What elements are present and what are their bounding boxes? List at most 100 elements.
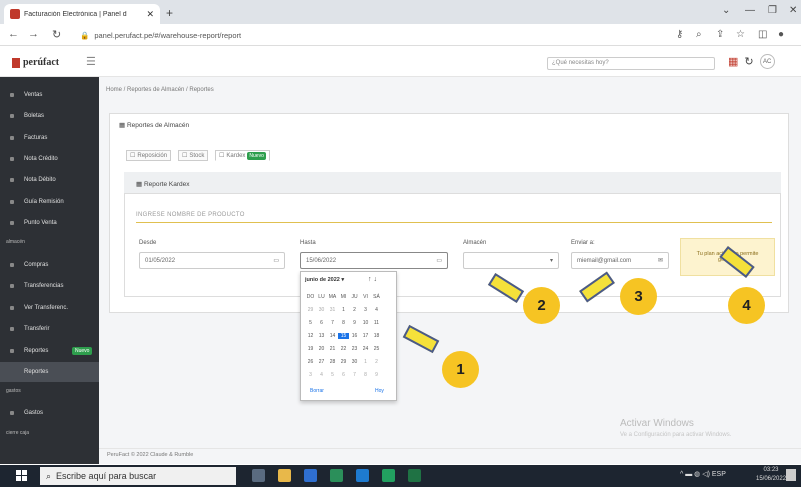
close-tab-icon[interactable]: ✕ — [146, 9, 154, 20]
lock-icon: 🔒 — [80, 30, 90, 40]
forward-icon[interactable]: → — [28, 28, 39, 40]
sidebar-item-gastos[interactable]: Gastos — [0, 403, 99, 423]
sidebar-item-reportes-sub[interactable]: Reportes — [0, 362, 99, 382]
sidebar-item-nota-credito[interactable]: Nota Crédito — [0, 149, 99, 169]
sidebar-section-almacen: almacén — [6, 239, 25, 245]
favicon-icon — [10, 9, 20, 19]
chevron-down-icon: ▾ — [549, 258, 553, 264]
minimize-icon[interactable]: — — [745, 5, 755, 16]
calendar-week[interactable]: 12 13 14 15 16 17 18 — [305, 333, 382, 339]
close-window-icon[interactable]: ✕ — [789, 5, 797, 16]
sidebar-item-ventas[interactable]: Ventas — [0, 85, 99, 105]
breadcrumb: Home / Reportes de Almacén / Reportes — [106, 87, 214, 93]
tab-title: Facturación Electrónica | Panel d — [24, 10, 127, 18]
task-view-icon[interactable] — [252, 469, 265, 482]
calendar-icon: ▭ — [436, 258, 442, 264]
sidebar-item-punto-venta[interactable]: Punto Venta — [0, 213, 99, 233]
mail-icon: ✉ — [657, 258, 663, 264]
almacen-select[interactable]: ▾ — [463, 252, 559, 269]
notifications-icon[interactable] — [786, 469, 796, 481]
header-icons: ▦ ↻ AC — [728, 54, 775, 69]
windows-start-icon[interactable] — [16, 470, 28, 482]
tab-reposicion[interactable]: ☐ Reposición — [126, 150, 172, 161]
url-text: panel.perufact.pe/#/warehouse-report/rep… — [94, 30, 242, 40]
checkbox-icon: ☐ — [182, 153, 188, 159]
windows-watermark-sub: Ve a Configuración para activar Windows. — [620, 432, 732, 438]
calendar-icon: ▭ — [273, 258, 279, 264]
chrome-icon[interactable] — [330, 469, 343, 482]
chevron-down-icon[interactable]: ⌄ — [722, 5, 730, 16]
almacen-label: Almacén — [463, 240, 487, 246]
sidebar-item-transferencias[interactable]: Transferencias — [0, 276, 99, 296]
edge-icon[interactable] — [356, 469, 369, 482]
calendar-week[interactable]: 3456789 — [305, 372, 382, 378]
calendar-nav[interactable]: ↑ ↓ — [368, 276, 377, 283]
browser-tab[interactable]: Facturación Electrónica | Panel d ✕ — [4, 4, 160, 24]
checkbox-icon: ☐ — [130, 153, 136, 159]
desde-date-field[interactable]: 01/05/2022 ▭ — [139, 252, 285, 269]
search-icon: ⌕ — [46, 470, 52, 481]
windows-watermark: Activar Windows — [620, 418, 694, 429]
taskbar-search[interactable]: ⌕ Escribe aquí para buscar — [40, 467, 236, 485]
file-explorer-icon[interactable] — [278, 469, 291, 482]
calendar-today-button[interactable]: Hoy — [375, 388, 384, 394]
logo: perúfact — [12, 57, 59, 68]
desde-label: Desde — [139, 240, 157, 246]
mail-app-icon[interactable] — [304, 469, 317, 482]
sidebar-section-gastos: gastos — [6, 388, 21, 394]
annotation-4: 4 — [728, 287, 765, 324]
calendar-week[interactable]: 5 6 7 8 9 10 11 — [305, 320, 382, 326]
clock[interactable]: 03:23 15/06/2022 — [756, 466, 786, 484]
sidebar-item-ver-transferencias[interactable]: Ver Transferenc. — [0, 298, 99, 318]
reports-card-title: ▦ Reportes de Almacén — [119, 122, 190, 129]
selected-day: 15 — [338, 333, 349, 339]
calendar-weekdays: DO LU MA MI JU VI SÁ — [306, 294, 380, 300]
sidebar-item-guia-remision[interactable]: Guía Remisión — [0, 192, 99, 212]
sidebar-item-transferir[interactable]: Transferir — [0, 319, 99, 339]
sidebar-item-compras[interactable]: Compras — [0, 255, 99, 275]
menu-icon[interactable]: ☰ — [86, 55, 96, 68]
calendar-week[interactable]: 26 27 28 29 30 1 2 — [305, 359, 382, 365]
footer: PeruFact © 2022 Claude & Rumble — [99, 448, 801, 463]
new-tab-icon[interactable]: + — [166, 6, 173, 20]
nuevo-badge: Nuevo — [72, 347, 93, 355]
zoom-icon[interactable]: ⌕ — [696, 29, 702, 40]
excel-icon[interactable] — [408, 469, 421, 482]
tab-stock[interactable]: ☐ Stock — [178, 150, 209, 161]
calendar-week[interactable]: 19 20 21 22 23 24 25 — [305, 346, 382, 352]
calendar-clear-button[interactable]: Borrar — [310, 388, 324, 394]
tab-kardex[interactable]: ☐ Kardex Nuevo — [215, 150, 270, 161]
sidebar: Ventas Boletas Facturas Nota Crédito Not… — [0, 77, 99, 464]
restore-icon[interactable]: ❐ — [768, 5, 777, 16]
refresh-icon[interactable]: ↻ — [744, 55, 753, 68]
avatar[interactable]: AC — [759, 54, 775, 69]
system-tray[interactable]: ^ ▬ ◍ ◁) ESP — [680, 470, 726, 478]
annotation-2: 2 — [523, 287, 560, 324]
star-icon[interactable]: ☆ — [736, 29, 745, 40]
sidebar-item-nota-debito[interactable]: Nota Débito — [0, 170, 99, 190]
sidebar-item-boletas[interactable]: Boletas — [0, 106, 99, 126]
divider — [136, 222, 772, 223]
sidebar-item-facturas[interactable]: Facturas — [0, 128, 99, 148]
url-field[interactable]: 🔒 panel.perufact.pe/#/warehouse-report/r… — [80, 27, 640, 43]
sidepanel-icon[interactable]: ◫ — [758, 29, 767, 40]
back-icon[interactable]: ← — [8, 28, 19, 40]
enviar-label: Enviar a: — [571, 240, 595, 246]
calendar-month[interactable]: junio de 2022 ▾ — [305, 277, 344, 283]
annotation-1: 1 — [442, 351, 479, 388]
sidebar-section-caja: cierre caja — [6, 430, 30, 436]
store-icon[interactable] — [382, 469, 395, 482]
calendar-week[interactable]: 29 30 31 1 2 3 4 — [305, 307, 382, 313]
sidebar-item-reportes[interactable]: Reportes Nuevo — [0, 341, 99, 361]
share-icon[interactable]: ⇪ — [716, 29, 724, 40]
reload-icon[interactable]: ↻ — [52, 28, 61, 41]
key-icon[interactable]: ⚷ — [676, 29, 683, 40]
annotation-3: 3 — [620, 278, 657, 315]
email-field[interactable]: miemail@gmail.com ✉ — [571, 252, 669, 269]
product-search-input[interactable]: INGRESE NOMBRE DE PRODUCTO — [136, 212, 245, 218]
calendar-alert-icon[interactable]: ▦ — [728, 55, 738, 68]
hasta-date-field[interactable]: 15/06/2022 ▭ — [300, 252, 448, 269]
search-input[interactable]: ¿Qué necesitas hoy? — [547, 57, 715, 70]
kardex-card-header — [124, 172, 781, 194]
profile-icon[interactable]: ● — [778, 29, 784, 40]
